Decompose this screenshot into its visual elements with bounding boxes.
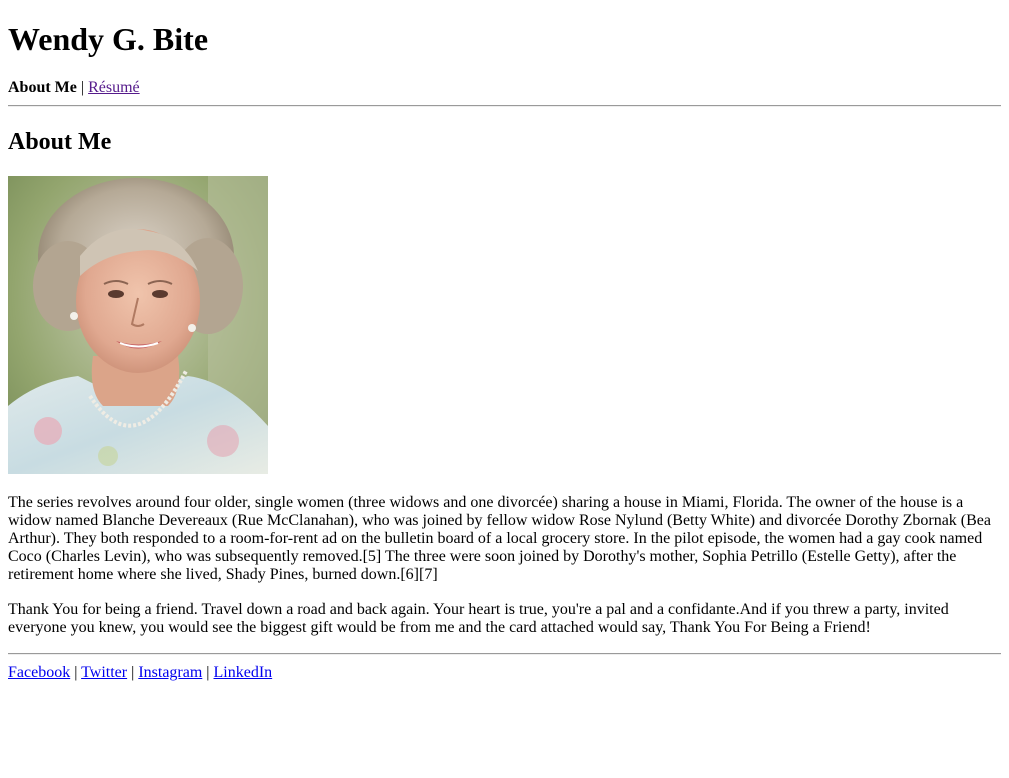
footer-separator: | <box>131 664 135 681</box>
section-heading: About Me <box>8 129 112 155</box>
footer-link-twitter[interactable]: Twitter <box>81 664 127 681</box>
nav-separator: | <box>80 79 85 96</box>
portrait-photo <box>8 176 268 474</box>
page: Wendy G. Bite About Me | Résumé About Me <box>0 0 1009 682</box>
footer-social-links: Facebook | Twitter | Instagram | LinkedI… <box>8 664 1001 682</box>
site-title: Wendy G. Bite <box>8 21 209 57</box>
footer-separator: | <box>206 664 210 681</box>
portrait-photo-icon <box>8 176 268 474</box>
footer-link-instagram[interactable]: Instagram <box>138 664 202 681</box>
nav-link-resume[interactable]: Résumé <box>88 79 140 96</box>
footer-link-facebook[interactable]: Facebook <box>8 664 70 681</box>
footer-separator: | <box>74 664 78 681</box>
divider <box>8 653 1001 655</box>
top-nav: About Me | Résumé <box>8 79 1001 97</box>
paragraph-thank-you: Thank You for being a friend. Travel dow… <box>8 601 949 636</box>
nav-current-about-me: About Me <box>8 79 77 96</box>
divider <box>8 105 1001 107</box>
footer-link-linkedin[interactable]: LinkedIn <box>214 664 273 681</box>
paragraph-bio: The series revolves around four older, s… <box>8 494 991 583</box>
